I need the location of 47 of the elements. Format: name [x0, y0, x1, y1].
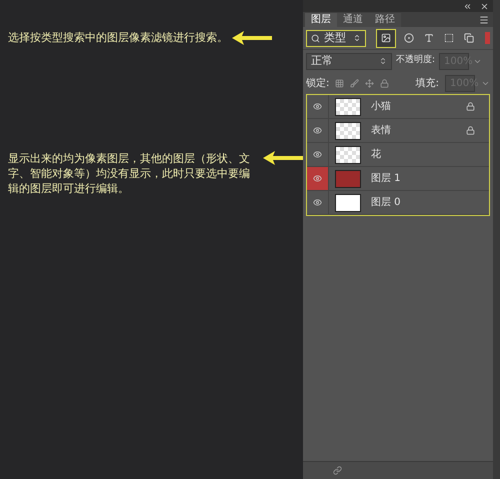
annotation-text: 显示出来的均为像素图层，其他的图层（形状、文字、智能对象等）均没有显示，此时只要选中要编辑的图层即可进行编辑。 — [8, 150, 251, 196]
updown-icon — [353, 34, 361, 42]
eye-icon — [313, 150, 322, 159]
lock-pixels-icon[interactable] — [335, 78, 344, 88]
layer-name: 花 — [371, 148, 381, 162]
eye-icon — [313, 198, 322, 207]
move-icon[interactable] — [365, 78, 374, 88]
blend-mode-dropdown[interactable]: 正常 — [306, 52, 392, 70]
opacity-label: 不透明度: — [396, 54, 436, 68]
layer-row[interactable]: 小猫 — [307, 95, 489, 119]
eye-icon — [313, 174, 322, 183]
layer-row[interactable]: 图层 1 — [307, 167, 489, 191]
close-icon[interactable] — [480, 2, 489, 10]
shape-filter-icon[interactable] — [444, 33, 454, 43]
eye-icon — [313, 102, 322, 111]
layer-name: 小猫 — [371, 100, 391, 114]
panel-tab[interactable]: 图层 — [305, 13, 337, 27]
image-icon — [381, 33, 391, 43]
collapse-icon[interactable] — [463, 2, 472, 10]
eye-icon — [313, 126, 322, 135]
layer-name: 图层 0 — [371, 196, 401, 210]
filter-type-dropdown[interactable]: 类型 — [306, 30, 366, 46]
link-icon[interactable] — [333, 466, 342, 475]
smart-object-filter-icon[interactable] — [464, 33, 474, 43]
layer-row[interactable]: 图层 0 — [307, 191, 489, 215]
scrollbar[interactable] — [493, 0, 500, 479]
arrow-icon — [232, 31, 272, 46]
visibility-toggle[interactable] — [307, 167, 329, 190]
updown-icon — [379, 57, 387, 65]
adjustment-filter-icon[interactable] — [404, 33, 414, 43]
filter-toggle[interactable] — [485, 32, 490, 44]
layer-row[interactable]: 花 — [307, 143, 489, 167]
lock-label: 锁定: — [306, 76, 330, 90]
panel-tab[interactable]: 路径 — [369, 13, 401, 27]
fill-label: 填充: — [416, 76, 439, 90]
search-icon — [311, 34, 320, 42]
brush-icon[interactable] — [350, 78, 360, 88]
layer-row[interactable]: 表情 — [307, 119, 489, 143]
layer-name: 表情 — [371, 124, 391, 138]
menu-icon[interactable] — [479, 15, 489, 25]
layer-name: 图层 1 — [371, 172, 401, 186]
type-filter-icon[interactable] — [424, 33, 434, 43]
panel-tab[interactable]: 通道 — [337, 13, 369, 27]
pixel-filter-button[interactable] — [376, 28, 396, 48]
arrow-icon — [263, 150, 303, 164]
lock-icon[interactable] — [380, 78, 390, 88]
annotation-text: 选择按类型搜索中的图层像素滤镜进行搜索。 — [8, 30, 228, 46]
